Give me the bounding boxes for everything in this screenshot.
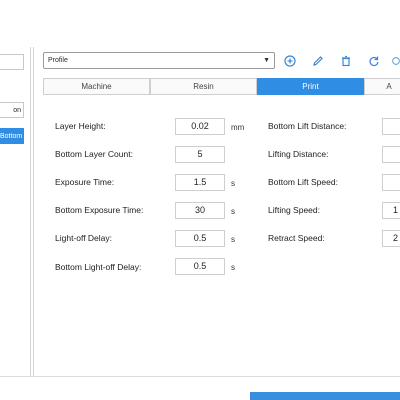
light-off-delay-label: Light-off Delay: [55, 233, 113, 243]
refresh-icon [369, 56, 379, 66]
tab-resin[interactable]: Resin [150, 78, 257, 95]
bottom-light-off-delay-label: Bottom Light-off Delay: [55, 262, 142, 272]
lifting-distance-label: Lifting Distance: [268, 149, 329, 159]
add-profile-button[interactable] [282, 52, 298, 69]
pencil-icon [313, 55, 323, 66]
lifting-speed-input[interactable]: 1 [382, 202, 400, 219]
refresh-profile-button[interactable] [366, 52, 382, 69]
bottom-light-off-delay-input[interactable]: 0.5 [175, 258, 225, 275]
bottom-lift-distance-label: Bottom Lift Distance: [268, 121, 347, 131]
lifting-distance-input[interactable] [382, 146, 400, 163]
chevron-down-icon: ▼ [263, 57, 270, 64]
delete-profile-button[interactable] [338, 52, 354, 69]
lifting-speed-label: Lifting Speed: [268, 205, 320, 215]
footer-accent-bar [250, 392, 400, 400]
edit-profile-button[interactable] [310, 52, 326, 69]
trash-icon [342, 55, 350, 66]
more-icon [392, 56, 400, 65]
retract-speed-label: Retract Speed: [268, 233, 325, 243]
layer-height-label: Layer Height: [55, 121, 106, 131]
bottom-lift-speed-input[interactable] [382, 174, 400, 191]
bottom-light-off-delay-unit: s [231, 263, 235, 272]
profile-list-panel [0, 47, 31, 377]
profile-list-item[interactable] [0, 54, 24, 70]
bottom-exposure-time-label: Bottom Exposure Time: [55, 205, 144, 215]
layer-height-unit: mm [231, 123, 245, 132]
layer-height-input[interactable]: 0.02 [175, 118, 225, 135]
more-button[interactable] [392, 52, 400, 69]
light-off-delay-input[interactable]: 0.5 [175, 230, 225, 247]
tab-machine[interactable]: Machine [43, 78, 150, 95]
tab-print[interactable]: Print [257, 78, 364, 95]
bottom-exposure-time-unit: s [231, 207, 235, 216]
settings-tabs: Machine Resin Print A [43, 78, 400, 95]
profile-select[interactable]: Profile ▼ [43, 52, 275, 69]
exposure-time-unit: s [231, 179, 235, 188]
profile-select-value: Profile [48, 57, 68, 64]
bottom-layer-count-input[interactable]: 5 [175, 146, 225, 163]
bottom-exposure-time-input[interactable]: 30 [175, 202, 225, 219]
add-icon [284, 54, 296, 67]
profile-list-item-selected[interactable]: Bottom E [0, 128, 24, 144]
exposure-time-input[interactable]: 1.5 [175, 174, 225, 191]
light-off-delay-unit: s [231, 235, 235, 244]
bottom-lift-speed-label: Bottom Lift Speed: [268, 177, 338, 187]
tab-advanced[interactable]: A [364, 78, 400, 95]
bottom-lift-distance-input[interactable] [382, 118, 400, 135]
retract-speed-input[interactable]: 2 [382, 230, 400, 247]
exposure-time-label: Exposure Time: [55, 177, 115, 187]
footer-divider [0, 376, 400, 377]
profile-list-item[interactable]: on [0, 102, 24, 118]
bottom-layer-count-label: Bottom Layer Count: [55, 149, 133, 159]
